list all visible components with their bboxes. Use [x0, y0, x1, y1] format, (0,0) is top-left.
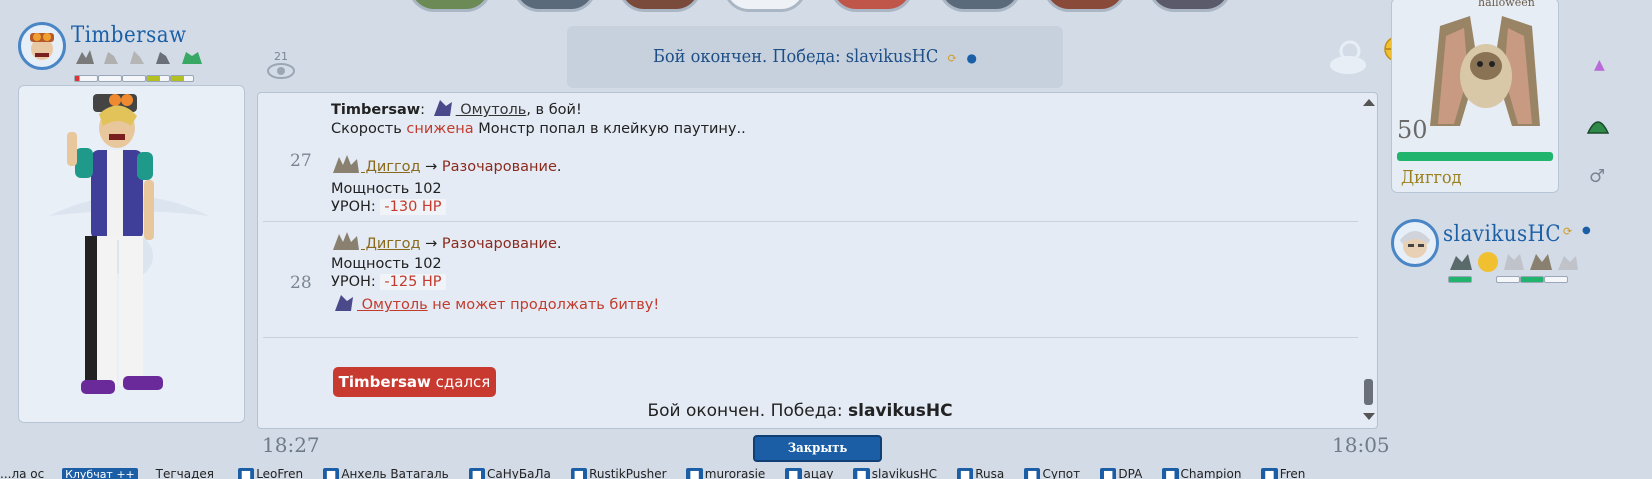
online-users-bar: ...ла ос Клубчат ++ Тегчадея ■ LeoFren ■ А…	[0, 467, 1306, 479]
held-item-icon	[1586, 115, 1610, 139]
stat-up-icon: ▲	[1594, 57, 1605, 73]
turn-divider	[263, 337, 1358, 338]
top-menu-button[interactable]	[723, 0, 807, 12]
online-user[interactable]: Анхель Ватагаль	[341, 467, 448, 479]
refresh-icon[interactable]: ⟳	[1563, 225, 1572, 238]
online-user[interactable]: Супот	[1042, 467, 1080, 479]
monster-icon	[331, 230, 361, 252]
online-user[interactable]: RustikPusher	[589, 467, 666, 479]
turn-number: 27	[290, 151, 312, 171]
log-line: УРОН: -130 HP	[331, 199, 446, 215]
trainer-face-icon	[30, 33, 54, 60]
log-scrollbar[interactable]	[1359, 93, 1377, 428]
top-menu-button[interactable]	[1148, 0, 1232, 12]
online-user[interactable]: ...ла ос	[0, 467, 44, 479]
monster-link[interactable]: Диггод	[361, 159, 421, 175]
monster-hp-bar	[1397, 152, 1553, 161]
monster-link[interactable]: Омутоль	[456, 102, 526, 118]
monster-icon	[331, 153, 361, 175]
player-left-avatar[interactable]	[18, 22, 66, 70]
online-user[interactable]: ацау	[804, 467, 834, 479]
top-menu-button[interactable]	[513, 0, 597, 12]
team-monster-icons	[1450, 252, 1578, 272]
player-right-team	[1448, 250, 1583, 278]
trainer-full-icon	[49, 94, 209, 394]
player-right-name[interactable]: slavikusHC	[1443, 222, 1561, 247]
team-monster-icons	[76, 50, 202, 64]
scroll-down-icon[interactable]	[1363, 413, 1375, 420]
online-dot-icon: ●	[1582, 225, 1591, 236]
scroll-thumb[interactable]	[1364, 379, 1373, 405]
online-user[interactable]: slavikusHC	[872, 467, 937, 479]
online-user[interactable]: Rusa	[975, 467, 1004, 479]
trainer-face-icon	[1400, 231, 1430, 258]
online-user[interactable]: murorasie	[705, 467, 766, 479]
timer-left: 18:27	[262, 433, 320, 457]
monster-icon	[331, 293, 357, 313]
log-line: Диггод → Разочарование.	[331, 230, 561, 252]
battle-end-text: Бой окончен. Победа: slavikusHC	[647, 401, 953, 421]
monster-sprite	[1420, 6, 1550, 138]
player-right-hp-indicators	[1448, 276, 1568, 283]
battle-result-title: Бой окончен. Победа: slavikusHC	[652, 46, 939, 67]
online-user[interactable]: Тегчадея	[156, 467, 214, 479]
monster-icon	[430, 98, 456, 118]
online-user[interactable]: Fren	[1280, 467, 1306, 479]
surrender-badge: Timbersaw сдался	[333, 367, 496, 397]
log-line: Timbersaw: Омутоль, в бой!	[331, 98, 582, 118]
player-left-hp-indicators	[74, 75, 194, 82]
close-button[interactable]: Закрыть	[753, 435, 882, 462]
weather-cloud-icon	[1326, 37, 1370, 81]
monster-level: 50	[1397, 116, 1428, 144]
eye-icon	[266, 62, 296, 84]
timer-right: 18:05	[1332, 433, 1390, 457]
monster-link[interactable]: Диггод	[361, 236, 421, 252]
top-menu-button[interactable]	[408, 0, 492, 12]
online-user[interactable]: СаНуБаЛа	[487, 467, 551, 479]
online-user[interactable]: Champion	[1181, 467, 1242, 479]
online-user[interactable]: Клубчат ++	[62, 468, 138, 479]
top-menu-button[interactable]	[938, 0, 1022, 12]
log-line: Диггод → Разочарование.	[331, 153, 561, 175]
log-line: Скорость снижена Монстр попал в клейкую …	[331, 121, 746, 137]
monster-name: Диггод	[1401, 167, 1462, 188]
turn-divider	[263, 221, 1358, 222]
top-menu-button[interactable]	[1043, 0, 1127, 12]
player-right-avatar[interactable]	[1391, 219, 1439, 267]
refresh-icon[interactable]: ⟳	[947, 51, 957, 65]
battle-result-banner: Бой окончен. Победа: slavikusHC ⟳ ●	[567, 26, 1063, 88]
scroll-up-icon[interactable]	[1363, 99, 1375, 106]
player-left-team	[74, 48, 214, 68]
online-dot-icon: ●	[966, 51, 978, 65]
log-line: Мощность 102	[331, 256, 442, 272]
player-left-name[interactable]: Timbersaw	[71, 23, 187, 48]
turn-number: 28	[290, 273, 312, 293]
gender-icon: ♂	[1589, 166, 1606, 187]
online-user[interactable]: LeoFren	[256, 467, 303, 479]
top-menu-button[interactable]	[618, 0, 702, 12]
log-line: УРОН: -125 HP	[331, 274, 446, 290]
log-line: Омутоль не может продолжать битву!	[331, 293, 659, 313]
monster-link[interactable]: Омутоль	[357, 297, 428, 313]
trainer-portrait	[18, 85, 245, 423]
online-user[interactable]: DPA	[1118, 467, 1142, 479]
top-menu-button[interactable]	[830, 0, 914, 12]
log-line: Мощность 102	[331, 181, 442, 197]
